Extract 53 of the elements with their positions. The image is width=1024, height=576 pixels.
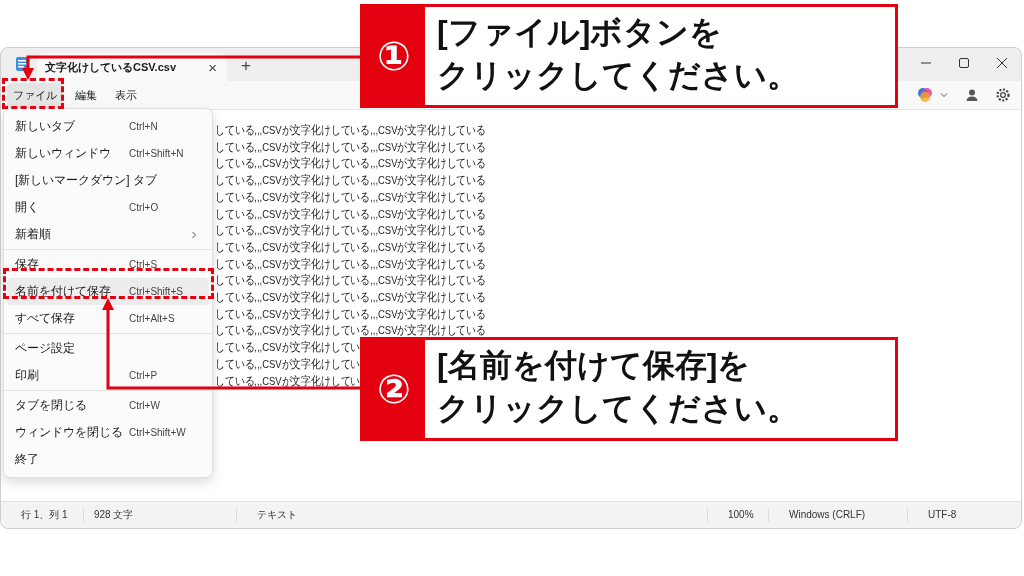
menu-entry[interactable]: 新しいウィンドウ Ctrl+Shift+N xyxy=(7,140,209,167)
menu-entry[interactable]: ウィンドウを閉じる Ctrl+Shift+W xyxy=(7,419,209,446)
text-line: している,,,CSVが文字化けしてい xyxy=(215,340,361,356)
text-line: している,,,CSVが文字化けしている,,,CSVが文字化けしている xyxy=(215,189,486,205)
highlight-frame xyxy=(2,78,64,109)
callout-text: クリックしてください。 xyxy=(437,389,799,428)
menu-item[interactable]: 編集 xyxy=(69,82,103,108)
text-line: している,,,CSVが文字化けしている,,,CSVが文字化けしている xyxy=(215,173,486,189)
text-line: している,,,CSVが文字化けしてい xyxy=(215,373,361,389)
step-number: ② xyxy=(363,340,425,438)
menu-item[interactable]: 表示 xyxy=(109,82,143,108)
status-text: 100% xyxy=(708,508,769,522)
new-tab-button[interactable]: + xyxy=(241,56,251,76)
text-line: している,,,CSVが文字化けしている,,,CSVが文字化けしている xyxy=(215,273,486,289)
chevron-right-icon xyxy=(189,229,199,240)
menu-entry[interactable]: すべて保存 Ctrl+Alt+S xyxy=(7,305,209,332)
menu-entry[interactable]: 終了 xyxy=(7,446,209,473)
menu-entry[interactable]: 保存 Ctrl+S xyxy=(7,251,209,278)
status-text: Windows (CRLF) xyxy=(769,508,908,522)
notepad-icon xyxy=(15,56,29,72)
text-line: している,,,CSVが文字化けしている,,,CSVが文字化けしている xyxy=(215,290,486,306)
text-line: している,,,CSVが文字化けしている,,,CSVが文字化けしている xyxy=(215,206,486,222)
text-line: している,,,CSVが文字化けしている,,,CSVが文字化けしている xyxy=(215,139,486,155)
menu-item[interactable]: ファイル xyxy=(7,82,63,108)
copilot-icon[interactable] xyxy=(917,87,933,103)
menu-entry[interactable]: 印刷 Ctrl+P xyxy=(7,362,209,389)
status-text: 行 1、列 1 xyxy=(1,508,84,522)
text-line: している,,,CSVが文字化けしている,,,CSVが文字化けしている xyxy=(215,156,486,172)
menu-entry[interactable]: [新しいマークダウン] タブ xyxy=(7,167,209,194)
text-line: している,,,CSVが文字化けしている,,,CSVが文字化けしている xyxy=(215,223,486,239)
callout-text: [ファイル]ボタンを xyxy=(437,13,723,52)
tab-close-button[interactable]: × xyxy=(208,58,217,76)
menu-entry[interactable]: 新着順 xyxy=(7,221,209,248)
menu-entry[interactable]: ページ設定 xyxy=(7,335,209,362)
tab-title: 文字化けしているCSV.csv xyxy=(45,59,178,75)
person-icon[interactable] xyxy=(965,88,979,102)
text-line: している,,,CSVが文字化けしている,,,CSVが文字化けしている xyxy=(215,256,486,272)
status-text: 928 文字 xyxy=(84,508,237,522)
settings-icon[interactable] xyxy=(995,87,1011,103)
text-line: している,,,CSVが文字化けしてい xyxy=(215,356,361,372)
text-line: している,,,CSVが文字化けしている,,,CSVが文字化けしている xyxy=(215,323,486,339)
status-text: UTF-8 xyxy=(927,508,958,522)
menu-entry[interactable]: 開く Ctrl+O xyxy=(7,194,209,221)
menu-entry[interactable]: タブを閉じる Ctrl+W xyxy=(7,392,209,419)
file-tab[interactable]: 文字化けしているCSV.csv × xyxy=(37,53,227,81)
text-line: している,,,CSVが文字化けしている,,,CSVが文字化けしている xyxy=(215,239,486,255)
callout-text: クリックしてください。 xyxy=(437,56,799,95)
step-number: ① xyxy=(363,7,425,105)
text-line: している,,,CSVが文字化けしている,,,CSVが文字化けしている xyxy=(215,123,486,138)
menu-entry[interactable]: 新しいタブ Ctrl+N xyxy=(7,113,209,140)
callout-text: [名前を付けて保存]を xyxy=(437,346,751,385)
text-line: している,,,CSVが文字化けしている,,,CSVが文字化けしている xyxy=(215,306,486,322)
status-text: テキスト xyxy=(237,508,708,522)
